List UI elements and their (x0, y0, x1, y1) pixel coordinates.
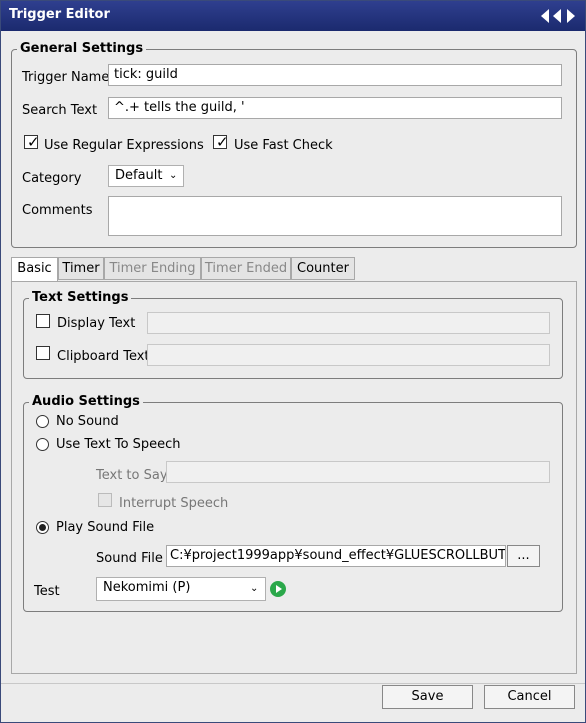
sound-file-label: Sound File (96, 551, 163, 566)
tab-timer[interactable]: Timer (58, 257, 104, 280)
comments-label: Comments (22, 203, 93, 218)
cancel-button[interactable]: Cancel (484, 685, 575, 709)
trigger-name-label: Trigger Name (22, 70, 110, 85)
display-text-input[interactable] (147, 312, 550, 334)
search-text-label: Search Text (22, 103, 98, 118)
checkmark-icon: ✓ (216, 133, 229, 151)
no-sound-label: No Sound (56, 414, 119, 429)
display-text-label: Display Text (57, 316, 136, 331)
clipboard-text-input[interactable] (147, 344, 550, 366)
voice-value: Nekomimi (P) (103, 580, 191, 595)
tts-radio[interactable] (36, 438, 49, 451)
chevron-down-icon: ⌄ (169, 170, 178, 181)
clipboard-text-checkbox[interactable] (36, 346, 50, 360)
trigger-name-input[interactable]: tick: guild (108, 64, 562, 86)
interrupt-speech-label: Interrupt Speech (119, 496, 229, 511)
tab-counter[interactable]: Counter (291, 257, 355, 280)
tab-timer-ending[interactable]: Timer Ending (104, 257, 201, 280)
text-to-say-label: Text to Say (96, 468, 168, 483)
no-sound-radio[interactable] (36, 415, 49, 428)
use-regex-checkbox[interactable]: ✓ (24, 133, 40, 151)
tab-timer-ended[interactable]: Timer Ended (201, 257, 291, 280)
text-settings-group (23, 298, 563, 379)
category-label: Category (22, 171, 82, 186)
test-label: Test (34, 584, 60, 599)
play-sound-radio[interactable] (36, 521, 49, 534)
tts-label: Use Text To Speech (56, 437, 181, 452)
category-dropdown[interactable]: Default ⌄ (108, 165, 184, 187)
play-icon[interactable] (270, 581, 286, 597)
use-fast-check-checkbox[interactable]: ✓ (213, 133, 229, 151)
interrupt-speech-checkbox[interactable] (98, 493, 112, 507)
text-to-say-input[interactable] (166, 461, 550, 483)
tab-basic[interactable]: Basic (11, 257, 58, 282)
browse-button[interactable]: ... (507, 545, 540, 567)
title-bar: Trigger Editor (1, 1, 585, 31)
chevron-left-icon[interactable] (541, 9, 549, 23)
play-sound-label: Play Sound File (56, 520, 155, 535)
audio-settings-legend: Audio Settings (29, 394, 143, 409)
trigger-editor-window: Trigger Editor General Settings Trigger … (0, 0, 586, 723)
use-regex-label: Use Regular Expressions (44, 138, 204, 153)
sound-file-input[interactable]: C:¥project1999app¥sound_effect¥GLUESCROL… (166, 545, 506, 567)
voice-dropdown[interactable]: Nekomimi (P) ⌄ (96, 577, 266, 601)
chevron-left-icon[interactable] (553, 9, 561, 23)
general-settings-legend: General Settings (17, 41, 147, 56)
display-text-checkbox[interactable] (36, 314, 50, 328)
chevron-right-icon[interactable] (567, 9, 575, 23)
save-button[interactable]: Save (382, 685, 473, 709)
chevron-down-icon: ⌄ (250, 583, 259, 594)
search-text-input[interactable]: ^.+ tells the guild, ' (108, 97, 562, 119)
footer-divider (1, 683, 585, 684)
use-fast-check-label: Use Fast Check (234, 138, 333, 153)
window-title: Trigger Editor (9, 7, 110, 22)
text-settings-legend: Text Settings (29, 290, 132, 305)
radio-selected-dot (39, 524, 46, 531)
clipboard-text-label: Clipboard Text (57, 349, 150, 364)
checkmark-icon: ✓ (27, 133, 40, 151)
category-value: Default (115, 168, 163, 183)
comments-textarea[interactable] (108, 196, 562, 236)
